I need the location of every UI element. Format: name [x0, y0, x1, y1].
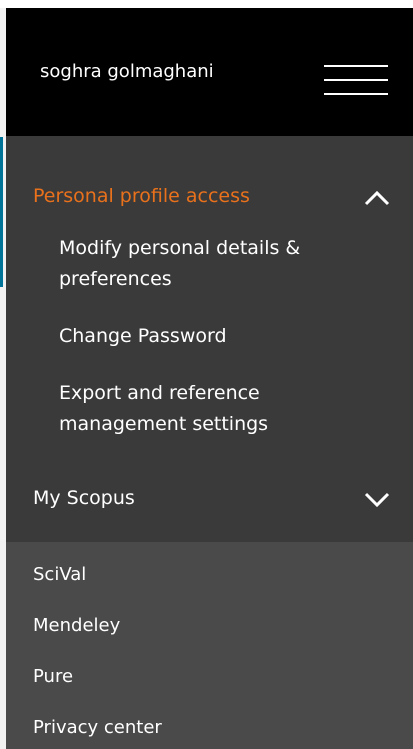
account-settings-section: Personal profile access Modify personal …: [6, 136, 413, 542]
link-mendeley[interactable]: Mendeley: [33, 615, 120, 637]
menu-item-modify-personal-details[interactable]: Modify personal details & preferences: [6, 233, 413, 299]
link-privacy-center[interactable]: Privacy center: [33, 717, 162, 739]
menu-item-label: Modify personal details & preferences: [59, 237, 301, 290]
user-name: soghra golmaghani: [40, 61, 214, 82]
chevron-up-icon: [364, 190, 390, 206]
chevron-down-icon: [364, 492, 390, 508]
account-menu-page: soghra golmaghani Personal profile acces…: [0, 0, 413, 749]
menu-item-change-password[interactable]: Change Password: [6, 321, 413, 357]
product-links-section: SciVal Mendeley Pure Privacy center: [6, 542, 413, 749]
menu-item-export-reference-settings[interactable]: Export and reference management settings: [6, 378, 413, 444]
link-pure[interactable]: Pure: [33, 666, 73, 688]
group-personal-profile-access[interactable]: Personal profile access: [6, 176, 413, 216]
navigation-panel: soghra golmaghani Personal profile acces…: [6, 8, 413, 749]
active-section-accent: [0, 137, 3, 287]
group-label-my-scopus: My Scopus: [33, 487, 135, 509]
menu-item-label: Export and reference management settings: [59, 382, 269, 435]
top-strip: [0, 0, 413, 8]
link-scival[interactable]: SciVal: [33, 564, 86, 586]
group-label-personal-profile-access: Personal profile access: [33, 185, 250, 207]
menu-item-label: Change Password: [59, 325, 227, 347]
hamburger-menu-button[interactable]: [322, 54, 392, 98]
menu-header: soghra golmaghani: [6, 8, 413, 136]
group-my-scopus[interactable]: My Scopus: [6, 478, 413, 518]
